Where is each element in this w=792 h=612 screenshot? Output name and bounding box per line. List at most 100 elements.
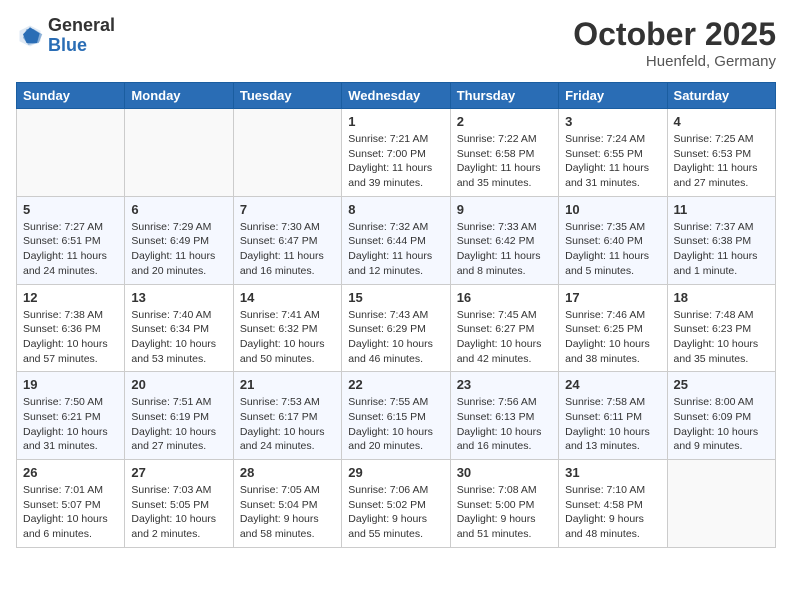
day-number: 10 — [565, 202, 660, 217]
day-number: 17 — [565, 290, 660, 305]
day-number: 11 — [674, 202, 769, 217]
logo-icon — [16, 22, 44, 50]
day-info: Sunrise: 7:35 AM Sunset: 6:40 PM Dayligh… — [565, 220, 660, 279]
day-info: Sunrise: 7:41 AM Sunset: 6:32 PM Dayligh… — [240, 308, 335, 367]
day-number: 21 — [240, 377, 335, 392]
calendar-cell: 26Sunrise: 7:01 AM Sunset: 5:07 PM Dayli… — [17, 460, 125, 548]
calendar-week-row: 26Sunrise: 7:01 AM Sunset: 5:07 PM Dayli… — [17, 460, 776, 548]
calendar-cell: 4Sunrise: 7:25 AM Sunset: 6:53 PM Daylig… — [667, 109, 775, 197]
calendar-cell: 2 Sunrise: 7:22 AM Sunset: 6:58 PM Daylig… — [450, 109, 558, 197]
day-number: 22 — [348, 377, 443, 392]
day-info: Sunrise: 7:22 AM Sunset: 6:58 PM Dayligh… — [457, 132, 552, 191]
day-number: 25 — [674, 377, 769, 392]
day-info: Sunrise: 7:33 AM Sunset: 6:42 PM Dayligh… — [457, 220, 552, 279]
day-info: Sunrise: 7:06 AM Sunset: 5:02 PM Dayligh… — [348, 483, 443, 542]
calendar-cell: 23 Sunrise: 7:56 AM Sunset: 6:13 PM Dayli… — [450, 372, 558, 460]
day-number: 20 — [131, 377, 226, 392]
weekday-header-tuesday: Tuesday — [233, 83, 341, 109]
calendar-cell: 20Sunrise: 7:51 AM Sunset: 6:19 PM Dayli… — [125, 372, 233, 460]
day-info: Sunrise: 7:21 AM Sunset: 7:00 PM Dayligh… — [348, 132, 443, 191]
day-info: Sunrise: 8:00 AM Sunset: 6:09 PM Dayligh… — [674, 395, 769, 454]
day-number: 2 — [457, 114, 552, 129]
calendar-cell: 9Sunrise: 7:33 AM Sunset: 6:42 PM Daylig… — [450, 196, 558, 284]
calendar-cell: 31 Sunrise: 7:10 AM Sunset: 4:58 PM Dayli… — [559, 460, 667, 548]
logo-general-text: General — [48, 16, 115, 36]
calendar-cell: 21 Sunrise: 7:53 AM Sunset: 6:17 PM Dayli… — [233, 372, 341, 460]
day-number: 24 — [565, 377, 660, 392]
day-number: 7 — [240, 202, 335, 217]
day-number: 5 — [23, 202, 118, 217]
day-number: 29 — [348, 465, 443, 480]
day-number: 12 — [23, 290, 118, 305]
weekday-header-thursday: Thursday — [450, 83, 558, 109]
day-number: 31 — [565, 465, 660, 480]
calendar-cell: 15Sunrise: 7:43 AM Sunset: 6:29 PM Dayli… — [342, 284, 450, 372]
calendar-cell: 12 Sunrise: 7:38 AM Sunset: 6:36 PM Dayli… — [17, 284, 125, 372]
day-info: Sunrise: 7:48 AM Sunset: 6:23 PM Dayligh… — [674, 308, 769, 367]
day-number: 6 — [131, 202, 226, 217]
calendar-cell: 1 Sunrise: 7:21 AM Sunset: 7:00 PM Daylig… — [342, 109, 450, 197]
day-number: 1 — [348, 114, 443, 129]
day-info: Sunrise: 7:58 AM Sunset: 6:11 PM Dayligh… — [565, 395, 660, 454]
day-number: 18 — [674, 290, 769, 305]
calendar-cell: 27 Sunrise: 7:03 AM Sunset: 5:05 PM Dayli… — [125, 460, 233, 548]
calendar-cell: 14 Sunrise: 7:41 AM Sunset: 6:32 PM Dayli… — [233, 284, 341, 372]
calendar-cell: 10 Sunrise: 7:35 AM Sunset: 6:40 PM Dayli… — [559, 196, 667, 284]
calendar-cell — [233, 109, 341, 197]
page-header: General Blue October 2025 Huenfeld, Germ… — [16, 16, 776, 70]
calendar-cell — [667, 460, 775, 548]
weekday-header-monday: Monday — [125, 83, 233, 109]
day-info: Sunrise: 7:10 AM Sunset: 4:58 PM Dayligh… — [565, 483, 660, 542]
calendar-cell: 19Sunrise: 7:50 AM Sunset: 6:21 PM Dayli… — [17, 372, 125, 460]
day-info: Sunrise: 7:56 AM Sunset: 6:13 PM Dayligh… — [457, 395, 552, 454]
day-number: 19 — [23, 377, 118, 392]
calendar-cell: 28Sunrise: 7:05 AM Sunset: 5:04 PM Dayli… — [233, 460, 341, 548]
day-info: Sunrise: 7:32 AM Sunset: 6:44 PM Dayligh… — [348, 220, 443, 279]
day-info: Sunrise: 7:29 AM Sunset: 6:49 PM Dayligh… — [131, 220, 226, 279]
day-number: 14 — [240, 290, 335, 305]
calendar-cell — [17, 109, 125, 197]
day-info: Sunrise: 7:46 AM Sunset: 6:25 PM Dayligh… — [565, 308, 660, 367]
day-number: 30 — [457, 465, 552, 480]
weekday-header-sunday: Sunday — [17, 83, 125, 109]
day-info: Sunrise: 7:55 AM Sunset: 6:15 PM Dayligh… — [348, 395, 443, 454]
calendar-cell: 5Sunrise: 7:27 AM Sunset: 6:51 PM Daylig… — [17, 196, 125, 284]
calendar-table: SundayMondayTuesdayWednesdayThursdayFrid… — [16, 82, 776, 548]
calendar-cell: 7 Sunrise: 7:30 AM Sunset: 6:47 PM Daylig… — [233, 196, 341, 284]
logo-blue-text: Blue — [48, 36, 115, 56]
day-number: 8 — [348, 202, 443, 217]
day-info: Sunrise: 7:38 AM Sunset: 6:36 PM Dayligh… — [23, 308, 118, 367]
calendar-cell: 6 Sunrise: 7:29 AM Sunset: 6:49 PM Daylig… — [125, 196, 233, 284]
location: Huenfeld, Germany — [573, 53, 776, 70]
day-number: 4 — [674, 114, 769, 129]
day-number: 23 — [457, 377, 552, 392]
day-number: 15 — [348, 290, 443, 305]
day-number: 28 — [240, 465, 335, 480]
calendar-cell: 3 Sunrise: 7:24 AM Sunset: 6:55 PM Daylig… — [559, 109, 667, 197]
logo: General Blue — [16, 16, 115, 56]
day-number: 3 — [565, 114, 660, 129]
calendar-cell: 8 Sunrise: 7:32 AM Sunset: 6:44 PM Daylig… — [342, 196, 450, 284]
day-info: Sunrise: 7:40 AM Sunset: 6:34 PM Dayligh… — [131, 308, 226, 367]
calendar-cell: 22 Sunrise: 7:55 AM Sunset: 6:15 PM Dayli… — [342, 372, 450, 460]
day-info: Sunrise: 7:37 AM Sunset: 6:38 PM Dayligh… — [674, 220, 769, 279]
calendar-cell: 29 Sunrise: 7:06 AM Sunset: 5:02 PM Dayli… — [342, 460, 450, 548]
weekday-header-row: SundayMondayTuesdayWednesdayThursdayFrid… — [17, 83, 776, 109]
weekday-header-friday: Friday — [559, 83, 667, 109]
day-info: Sunrise: 7:08 AM Sunset: 5:00 PM Dayligh… — [457, 483, 552, 542]
day-info: Sunrise: 7:53 AM Sunset: 6:17 PM Dayligh… — [240, 395, 335, 454]
calendar-cell: 25 Sunrise: 8:00 AM Sunset: 6:09 PM Dayli… — [667, 372, 775, 460]
weekday-header-saturday: Saturday — [667, 83, 775, 109]
calendar-week-row: 5Sunrise: 7:27 AM Sunset: 6:51 PM Daylig… — [17, 196, 776, 284]
day-number: 13 — [131, 290, 226, 305]
month-title: October 2025 — [573, 16, 776, 53]
calendar-week-row: 1 Sunrise: 7:21 AM Sunset: 7:00 PM Daylig… — [17, 109, 776, 197]
day-info: Sunrise: 7:24 AM Sunset: 6:55 PM Dayligh… — [565, 132, 660, 191]
calendar-cell: 24 Sunrise: 7:58 AM Sunset: 6:11 PM Dayli… — [559, 372, 667, 460]
day-number: 27 — [131, 465, 226, 480]
title-section: October 2025 Huenfeld, Germany — [573, 16, 776, 70]
calendar-cell: 13 Sunrise: 7:40 AM Sunset: 6:34 PM Dayli… — [125, 284, 233, 372]
day-info: Sunrise: 7:03 AM Sunset: 5:05 PM Dayligh… — [131, 483, 226, 542]
calendar-cell: 17 Sunrise: 7:46 AM Sunset: 6:25 PM Dayli… — [559, 284, 667, 372]
day-info: Sunrise: 7:30 AM Sunset: 6:47 PM Dayligh… — [240, 220, 335, 279]
